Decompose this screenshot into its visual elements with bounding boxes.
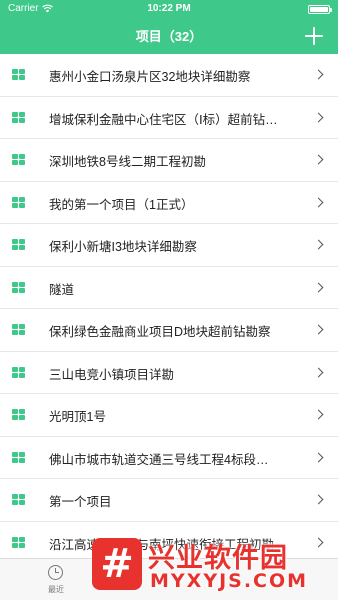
tab-recent[interactable]: 最近 xyxy=(40,563,72,597)
chevron-right-icon xyxy=(313,452,324,462)
list-item[interactable]: 保利绿色金融商业项目D地块超前钻勘察 xyxy=(0,309,338,352)
grid-icon xyxy=(12,366,25,379)
list-item[interactable]: 光明顶1号 xyxy=(0,394,338,437)
grid-icon xyxy=(12,69,25,81)
project-name: 保利小新塘I3地块详细勘察 xyxy=(49,240,197,254)
status-time: 10:22 PM xyxy=(147,3,191,14)
project-name: 第一个项目 xyxy=(49,495,112,509)
battery-icon xyxy=(308,5,332,14)
grid-icon xyxy=(12,324,25,336)
project-name: 保利绿色金融商业项目D地块超前钻勘察 xyxy=(49,325,271,339)
chevron-right-icon xyxy=(313,112,324,122)
project-name: 三山电竞小镇项目详勘 xyxy=(49,367,175,382)
project-name: 隧道 xyxy=(49,282,75,297)
grid-icon xyxy=(12,451,25,464)
project-name: 佛山市城市轨道交通三号线工程4标段… xyxy=(49,452,269,467)
chevron-right-icon xyxy=(313,69,324,80)
list-item[interactable]: 保利小新塘I3地块详细勘察 xyxy=(0,224,338,267)
chevron-right-icon xyxy=(313,239,324,250)
list-item[interactable]: 惠州小金口汤泉片区32地块详细勘察 xyxy=(0,54,338,97)
list-item[interactable]: 我的第一个项目（1正式） xyxy=(0,181,338,224)
grid-icon xyxy=(12,409,25,421)
tab-recent-label: 最近 xyxy=(48,585,64,594)
add-project-button[interactable] xyxy=(304,26,324,46)
list-item[interactable]: 深圳地铁8号线二期工程初勘 xyxy=(0,139,338,182)
project-name: 深圳地铁8号线二期工程初勘 xyxy=(49,155,206,169)
nav-header: Carrier 10:22 PM 项目（32） xyxy=(0,0,338,54)
grid-icon xyxy=(12,239,25,251)
chevron-right-icon xyxy=(313,282,324,292)
grid-icon xyxy=(12,154,25,166)
list-item[interactable]: 佛山市城市轨道交通三号线工程4标段… xyxy=(0,436,338,479)
project-name: 惠州小金口汤泉片区32地块详细勘察 xyxy=(49,70,251,84)
project-name: 增城保利金融中心住宅区（Ⅰ标）超前钻… xyxy=(49,112,278,127)
grid-icon xyxy=(12,196,25,209)
watermark-logo xyxy=(92,538,142,590)
page-title: 项目（32） xyxy=(135,29,203,44)
chevron-right-icon xyxy=(313,409,324,420)
grid-icon xyxy=(12,111,25,124)
grid-icon xyxy=(12,281,25,294)
grid-icon xyxy=(12,494,25,506)
status-bar: Carrier 10:22 PM xyxy=(0,0,338,18)
list-item[interactable]: 隧道 xyxy=(0,266,338,309)
list-item[interactable]: 第一个项目 xyxy=(0,479,338,522)
chevron-right-icon xyxy=(313,367,324,377)
chevron-right-icon xyxy=(313,197,324,207)
watermark-subtitle: MYXYJS.COM xyxy=(150,570,309,592)
project-list[interactable]: 惠州小金口汤泉片区32地块详细勘察 增城保利金融中心住宅区（Ⅰ标）超前钻… 深圳… xyxy=(0,54,338,558)
chevron-right-icon xyxy=(313,154,324,165)
chevron-right-icon xyxy=(313,324,324,335)
project-name: 我的第一个项目（1正式） xyxy=(49,197,194,212)
watermark: 兴业软件园 MYXYJS.COM xyxy=(84,530,334,598)
list-item[interactable]: 增城保利金融中心住宅区（Ⅰ标）超前钻… xyxy=(0,96,338,139)
list-item[interactable]: 三山电竞小镇项目详勘 xyxy=(0,351,338,394)
chevron-right-icon xyxy=(313,494,324,505)
clock-icon xyxy=(48,565,63,580)
grid-icon xyxy=(12,536,25,549)
project-name: 光明顶1号 xyxy=(49,410,106,424)
